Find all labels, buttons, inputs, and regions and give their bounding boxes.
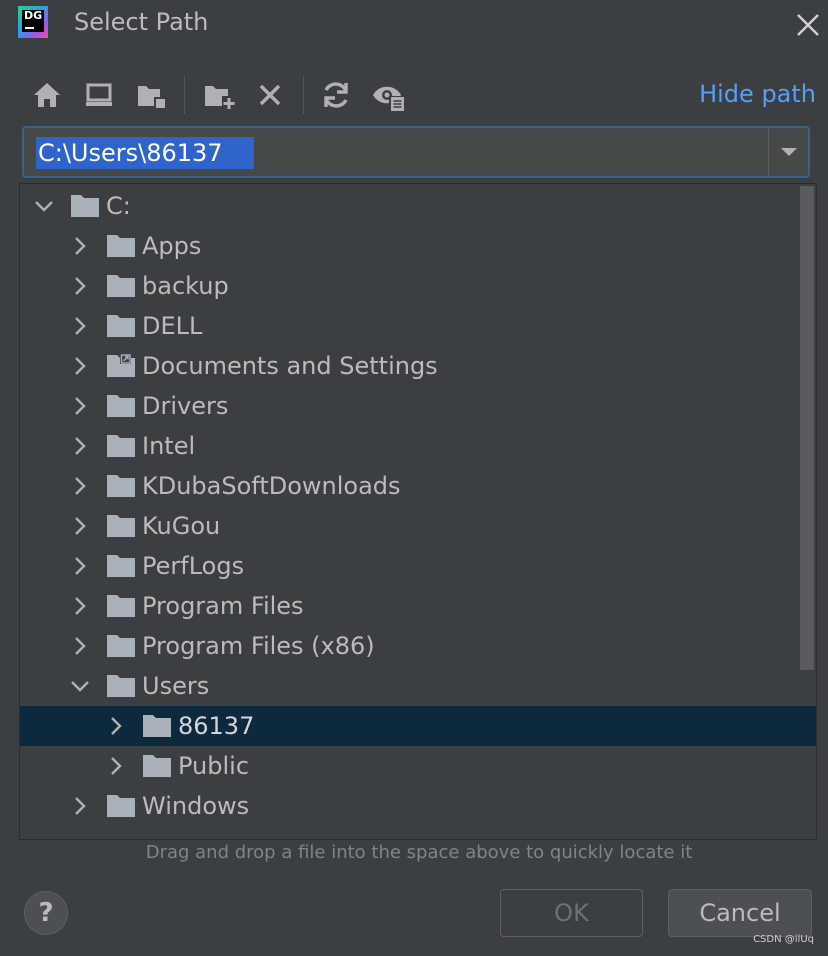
chevron-right-icon[interactable]	[104, 714, 128, 738]
chevron-right-icon[interactable]	[68, 794, 92, 818]
tree-row-label: PerfLogs	[142, 552, 245, 580]
tree-row[interactable]: C:	[20, 186, 816, 226]
title-bar: DG Select Path	[0, 0, 828, 50]
project-folder-icon	[138, 86, 166, 109]
refresh-icon	[324, 82, 348, 108]
chevron-down-icon[interactable]	[68, 674, 92, 698]
tree-row[interactable]: Windows	[20, 786, 816, 826]
chevron-right-icon[interactable]	[68, 554, 92, 578]
home-icon	[34, 83, 60, 107]
folder-link-icon	[106, 354, 136, 378]
tree-row-label: Program Files (x86)	[142, 632, 375, 660]
folder-icon	[106, 434, 136, 458]
close-button[interactable]	[795, 12, 821, 38]
delete-icon	[259, 84, 281, 106]
tree-row-label: backup	[142, 272, 229, 300]
tree-row-label: Public	[178, 752, 250, 780]
tree-row[interactable]: Users	[20, 666, 816, 706]
chevron-right-icon[interactable]	[68, 234, 92, 258]
tree-row-label: 86137	[178, 712, 255, 740]
logo-text: DG	[24, 9, 43, 22]
desktop-button[interactable]	[82, 78, 116, 112]
path-dropdown-button[interactable]	[769, 128, 809, 176]
path-input[interactable]	[36, 137, 254, 169]
chevron-right-icon[interactable]	[68, 354, 92, 378]
tree-row-label: Program Files	[142, 592, 304, 620]
dialog-title: Select Path	[74, 8, 209, 36]
folder-icon	[142, 714, 172, 738]
tree-row[interactable]: Intel	[20, 426, 816, 466]
hide-path-link[interactable]: Hide path	[699, 80, 816, 108]
chevron-right-icon[interactable]	[68, 594, 92, 618]
folder-icon	[106, 514, 136, 538]
tree-row-label: Users	[142, 672, 210, 700]
new-folder-button[interactable]	[202, 78, 236, 112]
tree-row[interactable]: 86137	[20, 706, 816, 746]
tree-row-label: Apps	[142, 232, 202, 260]
chevron-right-icon[interactable]	[68, 274, 92, 298]
chevron-right-icon[interactable]	[68, 474, 92, 498]
folder-icon	[106, 794, 136, 818]
tree-row[interactable]: Public	[20, 746, 816, 786]
show-hidden-button[interactable]	[371, 78, 405, 112]
toolbar: Hide path	[26, 72, 816, 118]
folder-icon	[106, 474, 136, 498]
folder-icon	[106, 274, 136, 298]
tree-row-label: Intel	[142, 432, 196, 460]
chevron-right-icon[interactable]	[104, 754, 128, 778]
tree-row[interactable]: KDubaSoftDownloads	[20, 466, 816, 506]
show-hidden-icon	[373, 86, 405, 112]
new-folder-icon	[205, 86, 236, 110]
tree-row[interactable]: Apps	[20, 226, 816, 266]
home-button[interactable]	[30, 78, 64, 112]
datagrip-logo: DG	[18, 6, 48, 38]
folder-icon	[106, 674, 136, 698]
tree-row[interactable]: Program Files (x86)	[20, 626, 816, 666]
folder-icon	[106, 634, 136, 658]
tree-row-label: KDubaSoftDownloads	[142, 472, 401, 500]
cancel-button[interactable]: Cancel	[668, 889, 812, 937]
help-button[interactable]: ?	[24, 891, 68, 935]
tree-row[interactable]: KuGou	[20, 506, 816, 546]
chevron-down-icon	[781, 148, 797, 156]
folder-icon	[106, 554, 136, 578]
tree-row[interactable]: Drivers	[20, 386, 816, 426]
chevron-right-icon[interactable]	[68, 394, 92, 418]
chevron-right-icon[interactable]	[68, 314, 92, 338]
select-path-dialog: DG Select Path Hide path C:\Users\86137 …	[0, 0, 828, 956]
tree-row-label: KuGou	[142, 512, 221, 540]
tree-row-label: DELL	[142, 312, 203, 340]
tree-row-label: Drivers	[142, 392, 229, 420]
desktop-icon	[86, 83, 112, 106]
drag-drop-hint: Drag and drop a file into the space abov…	[145, 842, 693, 863]
close-icon	[797, 14, 819, 36]
ok-button[interactable]: OK	[500, 889, 643, 937]
delete-button[interactable]	[253, 78, 287, 112]
chevron-right-icon[interactable]	[68, 634, 92, 658]
path-combobox[interactable]	[22, 126, 810, 178]
tree-row[interactable]: DELL	[20, 306, 816, 346]
file-tree[interactable]: C: Apps backup DELL Documents and Settings Dr…	[19, 183, 817, 840]
chevron-right-icon[interactable]	[68, 434, 92, 458]
chevron-right-icon[interactable]	[68, 514, 92, 538]
folder-icon	[70, 194, 100, 218]
folder-icon	[106, 234, 136, 258]
tree-row[interactable]: Program Files	[20, 586, 816, 626]
tree-row[interactable]: Documents and Settings	[20, 346, 816, 386]
tree-row[interactable]: backup	[20, 266, 816, 306]
watermark: CSDN @ilUq	[753, 934, 814, 945]
tree-row-label: Windows	[142, 792, 250, 820]
folder-icon	[106, 394, 136, 418]
folder-icon	[106, 314, 136, 338]
tree-row-label: C:	[106, 192, 131, 220]
project-folder-button[interactable]	[134, 78, 168, 112]
tree-row-label: Documents and Settings	[142, 352, 438, 380]
refresh-button[interactable]	[319, 78, 353, 112]
tree-row[interactable]: PerfLogs	[20, 546, 816, 586]
folder-icon	[142, 754, 172, 778]
folder-icon	[106, 594, 136, 618]
chevron-down-icon[interactable]	[32, 194, 56, 218]
